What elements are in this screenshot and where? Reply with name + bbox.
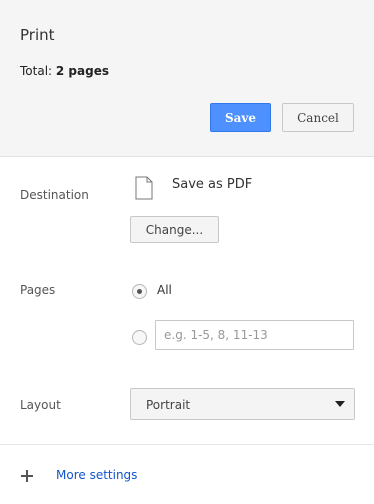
print-header: Print Total: 2 pages Save Cancel xyxy=(0,0,374,157)
total-value: 2 pages xyxy=(55,64,109,78)
plus-icon[interactable] xyxy=(21,470,33,482)
pages-label: Pages xyxy=(20,283,56,297)
page-title: Print xyxy=(20,26,55,44)
more-settings-link[interactable]: More settings xyxy=(56,468,137,482)
chevron-down-icon xyxy=(335,401,345,407)
layout-label: Layout xyxy=(20,398,61,412)
document-icon xyxy=(135,176,153,200)
destination-name: Save as PDF xyxy=(172,177,253,192)
pages-all-radio[interactable] xyxy=(132,284,147,299)
total-label: Total: xyxy=(20,64,53,78)
divider xyxy=(0,444,374,445)
change-destination-button[interactable]: Change... xyxy=(130,216,219,243)
page-range-input[interactable] xyxy=(155,320,354,350)
layout-selected-value: Portrait xyxy=(146,398,191,412)
destination-label: Destination xyxy=(20,188,89,202)
cancel-button[interactable]: Cancel xyxy=(282,103,354,132)
pages-range-radio[interactable] xyxy=(132,330,147,345)
pages-all-label[interactable]: All xyxy=(157,283,172,297)
total-pages: Total: 2 pages xyxy=(20,64,109,78)
layout-select[interactable]: Portrait xyxy=(130,388,355,420)
save-button[interactable]: Save xyxy=(210,103,271,132)
